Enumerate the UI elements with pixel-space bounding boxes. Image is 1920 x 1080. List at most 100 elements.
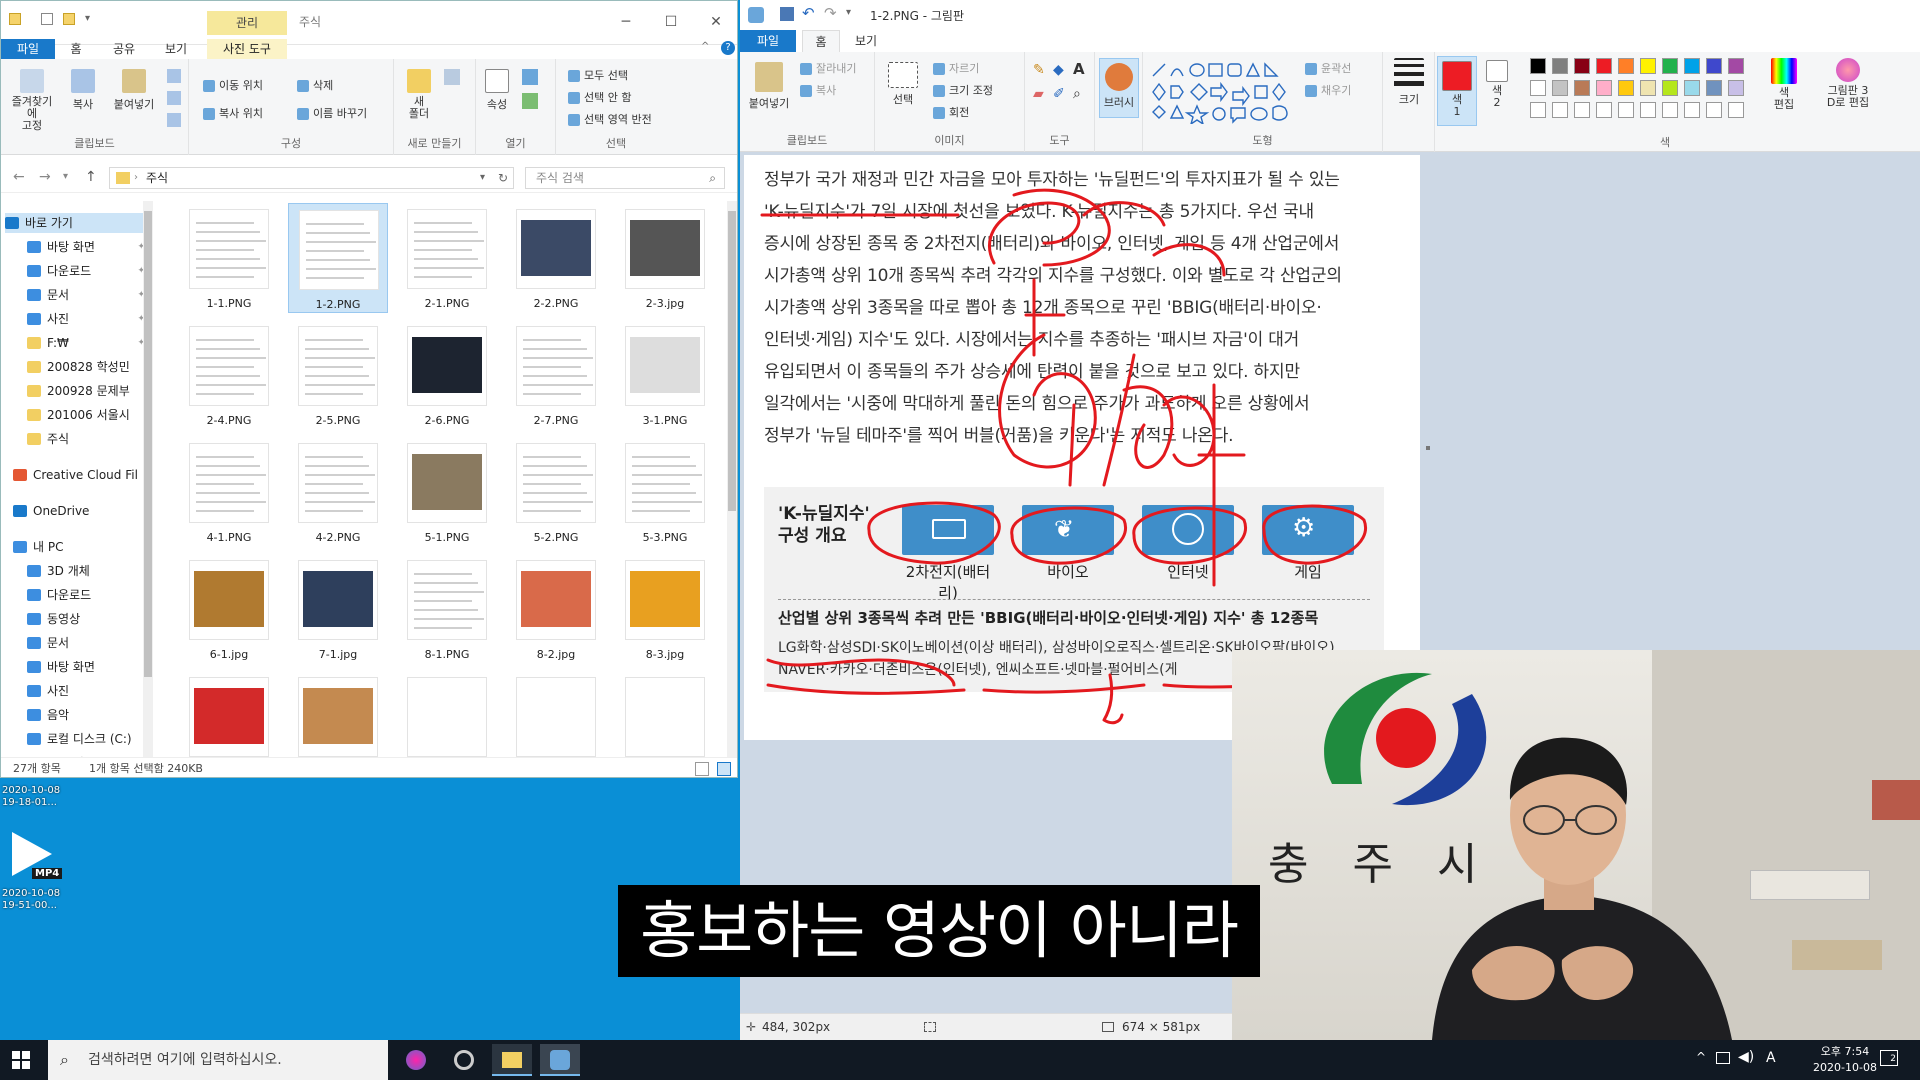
palette-swatch[interactable] xyxy=(1684,58,1700,74)
palette-swatch[interactable] xyxy=(1530,102,1546,118)
tray-chevron-icon[interactable]: ^ xyxy=(1696,1050,1706,1064)
cut-icon[interactable] xyxy=(167,69,181,83)
nav-scrollbar[interactable] xyxy=(143,201,153,757)
open-icon[interactable] xyxy=(522,69,538,85)
nav-item-pc-1[interactable]: 다운로드 xyxy=(27,585,150,605)
file-thumbnail[interactable]: 8-2.jpg xyxy=(506,554,606,664)
nav-item-pc-3[interactable]: 문서 xyxy=(27,633,150,653)
copy-to-button[interactable]: 복사 위치 xyxy=(201,105,263,123)
help-icon[interactable]: ? xyxy=(721,41,735,55)
palette-swatch[interactable] xyxy=(1728,102,1744,118)
palette-swatch[interactable] xyxy=(1618,58,1634,74)
refresh-icon[interactable]: ↻ xyxy=(498,168,508,188)
file-thumbnail[interactable] xyxy=(179,671,279,757)
select-all-button[interactable]: 모두 선택 xyxy=(566,67,628,85)
nav-item-pc-6[interactable]: 음악 xyxy=(27,705,150,725)
cut-button[interactable]: 잘라내기 xyxy=(798,60,856,78)
edit-colors-button[interactable]: 색 편집 xyxy=(1764,58,1804,111)
tab-file[interactable]: 파일 xyxy=(1,39,55,59)
files-scrollbar[interactable] xyxy=(727,201,737,757)
nav-item-quick-6[interactable]: 200928 문제부 xyxy=(27,381,150,401)
taskbar-search-input[interactable]: ⌕ 검색하려면 여기에 입력하십시오. xyxy=(48,1040,388,1080)
delete-button[interactable]: 삭제 xyxy=(295,77,333,95)
file-thumbnail[interactable] xyxy=(615,671,715,757)
tab-paint-view[interactable]: 보기 xyxy=(846,30,886,52)
palette-swatch[interactable] xyxy=(1552,80,1568,96)
palette-swatch[interactable] xyxy=(1706,102,1722,118)
palette-swatch[interactable] xyxy=(1640,80,1656,96)
nav-item-quick-5[interactable]: 200828 학성민 xyxy=(27,357,150,377)
nav-item-quick-3[interactable]: 사진 ✦ xyxy=(27,309,150,329)
magnifier-icon[interactable]: ⌕ xyxy=(1073,86,1081,102)
edit-icon[interactable] xyxy=(522,93,538,109)
file-thumbnail[interactable]: 1-2.PNG xyxy=(288,203,388,313)
maximize-button[interactable]: ☐ xyxy=(656,9,686,35)
palette-swatch[interactable] xyxy=(1618,80,1634,96)
file-thumbnail[interactable]: 2-4.PNG xyxy=(179,320,279,430)
nav-item-pc-4[interactable]: 바탕 화면 xyxy=(27,657,150,677)
file-thumbnail[interactable]: 1-1.PNG xyxy=(179,203,279,313)
search-input[interactable]: 주식 검색 ⌕ xyxy=(525,167,725,189)
palette-swatch[interactable] xyxy=(1728,58,1744,74)
close-button[interactable]: ✕ xyxy=(701,9,731,35)
tab-paint-home[interactable]: 홈 xyxy=(802,30,840,52)
tab-share[interactable]: 공유 xyxy=(105,39,143,59)
files-scroll-thumb[interactable] xyxy=(728,211,736,511)
file-thumbnail[interactable]: 2-3.jpg xyxy=(615,203,715,313)
paste-shortcut-icon[interactable] xyxy=(167,113,181,127)
nav-item-pc-5[interactable]: 사진 xyxy=(27,681,150,701)
palette-swatch[interactable] xyxy=(1596,58,1612,74)
save-icon[interactable] xyxy=(780,7,794,21)
file-thumbnail[interactable]: 2-2.PNG xyxy=(506,203,606,313)
nav-item-pc-2[interactable]: 동영상 xyxy=(27,609,150,629)
collapse-ribbon-icon[interactable]: ^ xyxy=(701,41,709,52)
file-thumbnail[interactable]: 5-1.PNG xyxy=(397,437,497,547)
size-button[interactable]: 크기 xyxy=(1389,58,1429,107)
palette-swatch[interactable] xyxy=(1706,80,1722,96)
eraser-icon[interactable]: ▰ xyxy=(1033,86,1044,102)
nav-this-pc[interactable]: 내 PC xyxy=(13,537,150,557)
palette-swatch[interactable] xyxy=(1574,58,1590,74)
tab-home[interactable]: 홈 xyxy=(61,39,91,59)
copy-path-icon[interactable] xyxy=(167,91,181,105)
copy-button[interactable]: 복사 xyxy=(65,69,101,112)
taskbar-app-1[interactable] xyxy=(396,1044,436,1076)
new-folder-icon[interactable] xyxy=(63,13,75,25)
mp4-file-icon[interactable]: MP4 xyxy=(8,830,63,882)
minimize-button[interactable]: ─ xyxy=(611,9,641,35)
select-none-button[interactable]: 선택 안 함 xyxy=(566,89,631,107)
nav-onedrive[interactable]: OneDrive xyxy=(13,501,150,521)
palette-swatch[interactable] xyxy=(1662,80,1678,96)
taskbar-file-explorer[interactable] xyxy=(492,1044,532,1076)
nav-item-quick-4[interactable]: F:₩ ✦ xyxy=(27,333,150,353)
palette-swatch[interactable] xyxy=(1640,58,1656,74)
quick-access-chevron-icon[interactable]: ▾ xyxy=(846,7,851,18)
volume-icon[interactable]: ◀) xyxy=(1738,1049,1754,1065)
rotate-button[interactable]: 회전 xyxy=(931,104,969,122)
up-icon[interactable]: ↑ xyxy=(85,169,97,185)
copy-button[interactable]: 복사 xyxy=(798,82,836,100)
taskbar-chrome[interactable] xyxy=(444,1044,484,1076)
file-thumbnail[interactable]: 3-1.PNG xyxy=(615,320,715,430)
desktop-video2-label[interactable]: 2020-10-08 19-51-00... xyxy=(2,888,60,912)
color-picker-icon[interactable]: ✐ xyxy=(1053,86,1065,102)
file-thumbnail[interactable]: 8-1.PNG xyxy=(397,554,497,664)
file-thumbnail[interactable]: 4-1.PNG xyxy=(179,437,279,547)
color2-button[interactable]: 색 2 xyxy=(1479,60,1515,109)
recent-chevron-icon[interactable]: ▾ xyxy=(63,171,68,182)
file-thumbnail[interactable]: 4-2.PNG xyxy=(288,437,388,547)
file-thumbnail[interactable] xyxy=(506,671,606,757)
palette-swatch[interactable] xyxy=(1596,80,1612,96)
taskbar-paint[interactable] xyxy=(540,1044,580,1076)
undo-icon[interactable]: ↶ xyxy=(802,4,815,22)
windows-start-icon[interactable] xyxy=(12,1051,30,1069)
file-thumbnail[interactable]: 5-2.PNG xyxy=(506,437,606,547)
new-item-icon[interactable] xyxy=(444,69,460,85)
tab-picture-tools[interactable]: 사진 도구 xyxy=(207,39,287,59)
tab-paint-file[interactable]: 파일 xyxy=(740,30,796,52)
palette-swatch[interactable] xyxy=(1706,58,1722,74)
file-thumbnail[interactable]: 7-1.jpg xyxy=(288,554,388,664)
file-thumbnail[interactable] xyxy=(288,671,388,757)
pin-quick-access-button[interactable]: 즐겨찾기에 고정 xyxy=(7,69,57,132)
back-icon[interactable]: ← xyxy=(13,169,25,185)
